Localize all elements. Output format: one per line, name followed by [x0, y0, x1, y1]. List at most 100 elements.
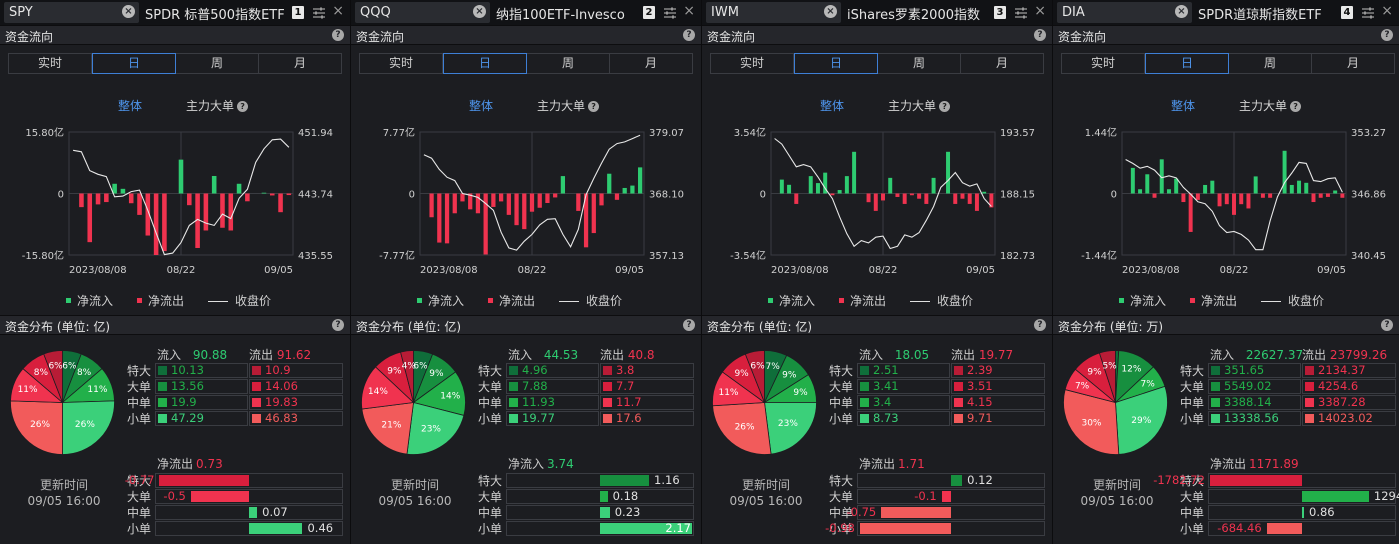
section-header-flow: 资金流向?	[351, 25, 701, 45]
outflow-bar	[1181, 193, 1186, 203]
help-icon[interactable]: ?	[683, 29, 695, 41]
settings-sliders-icon[interactable]	[663, 5, 677, 19]
tab-month[interactable]: 月	[1312, 54, 1394, 73]
pie-slice-label: 7%	[1075, 382, 1090, 392]
outflow-total: 流出 40.8	[600, 346, 655, 363]
tab-day[interactable]: 日	[443, 53, 527, 74]
help-icon[interactable]: ?	[332, 29, 344, 41]
help-icon[interactable]: ?	[1034, 29, 1046, 41]
outflow-bar	[553, 193, 558, 198]
row-label: 中单	[829, 396, 854, 410]
net-flow-row: 小单 -684.46	[1180, 520, 1396, 536]
legend-close-swatch	[1261, 301, 1281, 302]
inflow-bar	[211, 175, 217, 194]
legend-inflow-swatch	[66, 298, 71, 303]
help-icon[interactable]: ?	[332, 319, 344, 331]
help-icon[interactable]: ?	[237, 101, 249, 112]
legend-outflow-label: 净流出	[1201, 294, 1238, 308]
tab-day[interactable]: 日	[92, 53, 176, 74]
section-header-distribution: 资金分布 (单位: 亿)?	[351, 315, 701, 335]
tab-month[interactable]: 月	[259, 54, 341, 73]
clear-icon[interactable]: ×	[824, 5, 837, 18]
inflow-total: 流入 90.88	[157, 346, 227, 363]
net-outflow-bar	[859, 523, 951, 534]
tab-week[interactable]: 周	[527, 54, 610, 73]
security-name: iShares罗素2000指数	[847, 8, 980, 23]
settings-sliders-icon[interactable]	[1361, 5, 1375, 19]
tab-realtime[interactable]: 实时	[711, 54, 794, 73]
mode-overall-button[interactable]: 整体	[820, 97, 844, 114]
help-icon[interactable]: ?	[1034, 319, 1046, 331]
legend-outflow: 净流出	[839, 292, 886, 309]
net-flow-cell: -0.1	[857, 489, 1045, 504]
help-icon[interactable]: ?	[1381, 29, 1393, 41]
security-name: SPDR 标普500指数ETF	[145, 8, 285, 23]
row-label: 大单	[1180, 380, 1205, 394]
symbol-input[interactable]: DIA ×	[1057, 2, 1192, 23]
tab-month[interactable]: 月	[961, 54, 1043, 73]
settings-sliders-icon[interactable]	[1014, 5, 1028, 19]
section-title: 资金分布 (单位: 亿)	[5, 320, 111, 334]
tab-month[interactable]: 月	[610, 54, 692, 73]
net-flow-cell: 0.18	[506, 489, 694, 504]
tab-realtime[interactable]: 实时	[1062, 54, 1145, 73]
help-icon[interactable]: ?	[588, 101, 600, 112]
outflow-bar	[522, 193, 527, 230]
tab-week[interactable]: 周	[878, 54, 961, 73]
inflow-bar	[837, 190, 842, 194]
inflow-swatch	[509, 366, 518, 375]
close-panel-icon[interactable]: ×	[683, 4, 695, 18]
symbol-input[interactable]: QQQ ×	[355, 2, 490, 23]
inflow-bar	[1304, 182, 1309, 194]
close-panel-icon[interactable]: ×	[1034, 4, 1046, 18]
help-icon[interactable]: ?	[939, 101, 951, 112]
close-panel-icon[interactable]: ×	[1381, 4, 1393, 18]
legend-close-label: 收盘价	[1288, 294, 1325, 308]
row-label: 小单	[829, 412, 854, 426]
pie-slice-label: 26%	[735, 423, 755, 433]
help-icon[interactable]: ?	[1381, 319, 1393, 331]
outflow-value: 3.51	[967, 379, 993, 393]
flow-table: 特大 10.13 10.9 大单 13.56 14.06 中单 19.9 19.83 小单 47.2…	[127, 362, 343, 426]
help-icon[interactable]: ?	[683, 319, 695, 331]
outflow-cell: 46.83	[249, 411, 343, 426]
clear-icon[interactable]: ×	[473, 5, 486, 18]
tab-week[interactable]: 周	[1229, 54, 1312, 73]
help-icon[interactable]: ?	[1290, 101, 1302, 112]
clear-icon[interactable]: ×	[122, 5, 135, 18]
close-panel-icon[interactable]: ×	[332, 4, 344, 18]
outflow-bar	[137, 193, 142, 215]
outflow-cell: 3387.28	[1302, 395, 1396, 410]
outflow-swatch	[603, 382, 612, 391]
y-right-tick-label: 340.45	[1351, 251, 1386, 262]
inflow-total-label: 流入	[1210, 348, 1238, 362]
symbol-input[interactable]: SPY ×	[4, 2, 139, 23]
period-tabs: 实时日周月	[359, 53, 693, 74]
outflow-total-value: 19.77	[978, 348, 1014, 362]
tab-realtime[interactable]: 实时	[360, 54, 443, 73]
outflow-bar	[537, 193, 542, 208]
outflow-value: 19.83	[265, 395, 298, 409]
mode-main-force-button[interactable]: 主力大单?	[1239, 97, 1302, 114]
row-label: 特大	[478, 364, 503, 378]
tab-day[interactable]: 日	[1145, 53, 1229, 74]
tab-day[interactable]: 日	[794, 53, 878, 74]
mode-overall-button[interactable]: 整体	[118, 97, 142, 114]
mode-overall-button[interactable]: 整体	[469, 97, 493, 114]
outflow-bar	[924, 193, 929, 204]
mode-main-force-button[interactable]: 主力大单?	[186, 97, 249, 114]
outflow-value: 14.06	[265, 379, 298, 393]
mode-overall-button[interactable]: 整体	[1171, 97, 1195, 114]
net-outflow-bar	[190, 491, 249, 502]
tab-week[interactable]: 周	[176, 54, 259, 73]
outflow-bar	[491, 193, 496, 207]
inflow-value: 3.41	[873, 379, 899, 393]
pie-slice-label: 7%	[1141, 379, 1156, 389]
mode-main-force-button[interactable]: 主力大单?	[537, 97, 600, 114]
settings-sliders-icon[interactable]	[312, 5, 326, 19]
tab-realtime[interactable]: 实时	[9, 54, 92, 73]
symbol-input[interactable]: IWM ×	[706, 2, 841, 23]
mode-main-force-button[interactable]: 主力大单?	[888, 97, 951, 114]
pie-slice-label: 14%	[440, 392, 460, 402]
clear-icon[interactable]: ×	[1175, 5, 1188, 18]
